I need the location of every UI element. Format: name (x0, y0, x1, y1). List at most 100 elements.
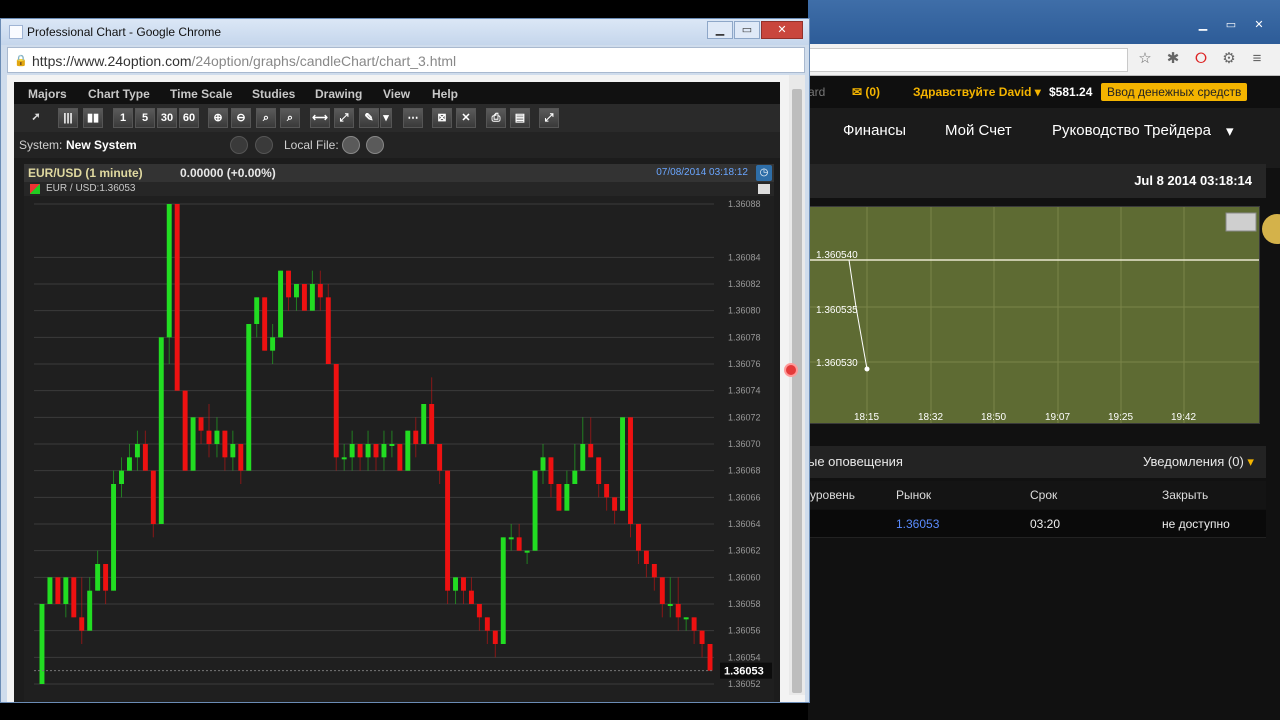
load-file-icon[interactable] (342, 136, 360, 154)
menu-item-time-scale[interactable]: Time Scale (170, 87, 232, 101)
candle-up (158, 337, 164, 524)
menu-icon[interactable]: ≡ (1248, 50, 1266, 68)
mini-time-label: 19:07 (1045, 412, 1070, 423)
bookmark-star-icon[interactable]: ☆ (1136, 50, 1154, 68)
candle-down (238, 444, 244, 471)
nav-item-finance[interactable]: Финансы (843, 122, 906, 139)
candle-up (349, 444, 355, 458)
column-header: Рынок (896, 488, 932, 502)
minimize-icon[interactable]: ▁ (1190, 18, 1216, 34)
save-file-icon[interactable] (366, 136, 384, 154)
system-value[interactable]: New System (66, 138, 137, 152)
zoom-reset-icon[interactable]: ⌕ (280, 108, 300, 128)
pencil-icon[interactable]: ✎ (359, 108, 379, 128)
scrollbar-thumb[interactable] (792, 89, 802, 693)
candle-up (341, 457, 347, 460)
delete-all-icon[interactable]: ✕ (456, 108, 476, 128)
symbol-label[interactable]: EUR/USD (1 minute) (28, 166, 143, 180)
print-icon[interactable]: ⎙ (486, 108, 506, 128)
candle-up (230, 444, 236, 458)
alerts-tab[interactable]: ые оповещения (808, 454, 903, 469)
account-link[interactable]: ard (808, 85, 825, 99)
menu-item-help[interactable]: Help (432, 87, 458, 101)
deposit-button[interactable]: Ввод денежных средств (1101, 83, 1248, 101)
upload-cloud-icon[interactable] (255, 136, 273, 154)
y-tick-label: 1.36056 (728, 626, 761, 636)
menu-item-studies[interactable]: Studies (252, 87, 295, 101)
messages-link[interactable]: ✉ (0) (852, 85, 880, 99)
zoom-in-icon[interactable]: ⊕ (208, 108, 228, 128)
candle-up (421, 404, 427, 444)
candlestick-chart[interactable]: 1.36088 1.36084 1.36082 1.36080 1.36078 1.360… (24, 196, 774, 702)
close-icon[interactable]: ✕ (1246, 18, 1272, 34)
download-cloud-icon[interactable] (230, 136, 248, 154)
extension-icon[interactable]: ✱ (1164, 50, 1182, 68)
popup-address-bar[interactable]: 🔒 https://www.24option.com/24option/grap… (7, 47, 805, 73)
candle-up (564, 484, 570, 511)
menu-item-majors[interactable]: Majors (28, 87, 67, 101)
candle-down (413, 430, 419, 444)
chart-timestamp: 07/08/2014 03:18:12 (656, 167, 748, 178)
nav-item-my-account[interactable]: Мой Счет (945, 122, 1012, 139)
notifications-menu[interactable]: Уведомления (0) ▾ (1143, 454, 1254, 470)
fullscreen-icon[interactable]: ⤢ (539, 108, 559, 128)
clock-icon[interactable]: ◷ (756, 165, 772, 181)
timeframe-30-button[interactable]: 30 (157, 108, 177, 128)
zoom-fit-icon[interactable]: ⌕ (256, 108, 276, 128)
horizontal-line-icon[interactable]: ⟷ (310, 108, 330, 128)
timeframe-60-button[interactable]: 60 (179, 108, 199, 128)
bar-chart-icon[interactable]: ||| (58, 108, 78, 128)
price-change: 0.00000 (+0.00%) (180, 166, 276, 180)
candle-up (214, 430, 220, 444)
trend-line-icon[interactable]: ⤢ (334, 108, 354, 128)
table-row[interactable]: 1.36053 03:20 не доступно (808, 510, 1266, 538)
nav-item-trader-guide[interactable]: Руководство Трейдера (1052, 122, 1211, 139)
mini-chart-grid (809, 207, 1259, 423)
chevron-down-icon[interactable]: ▾ (380, 108, 392, 128)
chart-legend: EUR / USD:1.36053 (24, 182, 774, 196)
menu-item-chart-type[interactable]: Chart Type (88, 87, 150, 101)
candle-down (142, 444, 148, 471)
greeting-menu[interactable]: Здравствуйте David ▾ (913, 85, 1041, 99)
popup-titlebar[interactable]: Professional Chart - Google Chrome ▁ ▭ ✕ (1, 19, 809, 45)
y-tick-label: 1.36066 (728, 492, 761, 502)
expand-chart-icon[interactable] (1225, 212, 1257, 232)
envelope-icon: ✉ (852, 85, 866, 99)
alerts-bar: ые оповещения Уведомления (0) ▾ (808, 446, 1266, 478)
maximize-icon[interactable]: ▭ (734, 21, 760, 39)
timeframe-1-button[interactable]: 1 (113, 108, 133, 128)
candle-down (55, 577, 61, 604)
chart-svg[interactable]: 1.36088 1.36084 1.36082 1.36080 1.36078 1.360… (24, 196, 774, 702)
pointer-icon[interactable]: ➚ (26, 108, 46, 128)
mini-time-label: 18:50 (981, 412, 1006, 423)
candle-up (134, 444, 140, 458)
maximize-icon[interactable]: ▭ (1218, 18, 1244, 34)
candle-down (596, 457, 602, 484)
candle-down (612, 497, 618, 511)
candle-up (540, 457, 546, 471)
system-bar: System: New System Local File: (14, 132, 780, 158)
mini-time-label: 19:42 (1171, 412, 1196, 423)
candle-down (429, 404, 435, 444)
collapse-panel-icon[interactable] (758, 184, 770, 194)
minimize-icon[interactable]: ▁ (707, 21, 733, 39)
settings-gear-icon[interactable]: ⚙ (1220, 50, 1238, 68)
properties-icon[interactable]: ▤ (510, 108, 530, 128)
candle-chart-icon[interactable]: ▮▮ (83, 108, 103, 128)
candle-up (87, 590, 93, 631)
menu-item-drawing[interactable]: Drawing (315, 87, 362, 101)
mini-time-label: 19:25 (1108, 412, 1133, 423)
lock-icon: 🔒 (14, 55, 28, 67)
caret-down-icon[interactable]: ▾ (1226, 122, 1234, 140)
vertical-scrollbar[interactable] (789, 75, 805, 695)
menu-item-view[interactable]: View (383, 87, 410, 101)
y-tick-label: 1.36088 (728, 199, 761, 209)
background-address-bar[interactable] (808, 48, 1128, 72)
close-icon[interactable]: ✕ (761, 21, 803, 39)
dotted-line-icon[interactable]: ⋯ (403, 108, 423, 128)
popup-title: Professional Chart - Google Chrome (27, 25, 222, 39)
zoom-out-icon[interactable]: ⊖ (231, 108, 251, 128)
opera-icon[interactable]: ⭘ (1192, 50, 1210, 68)
timeframe-5-button[interactable]: 5 (135, 108, 155, 128)
delete-selected-icon[interactable]: ⊠ (432, 108, 452, 128)
